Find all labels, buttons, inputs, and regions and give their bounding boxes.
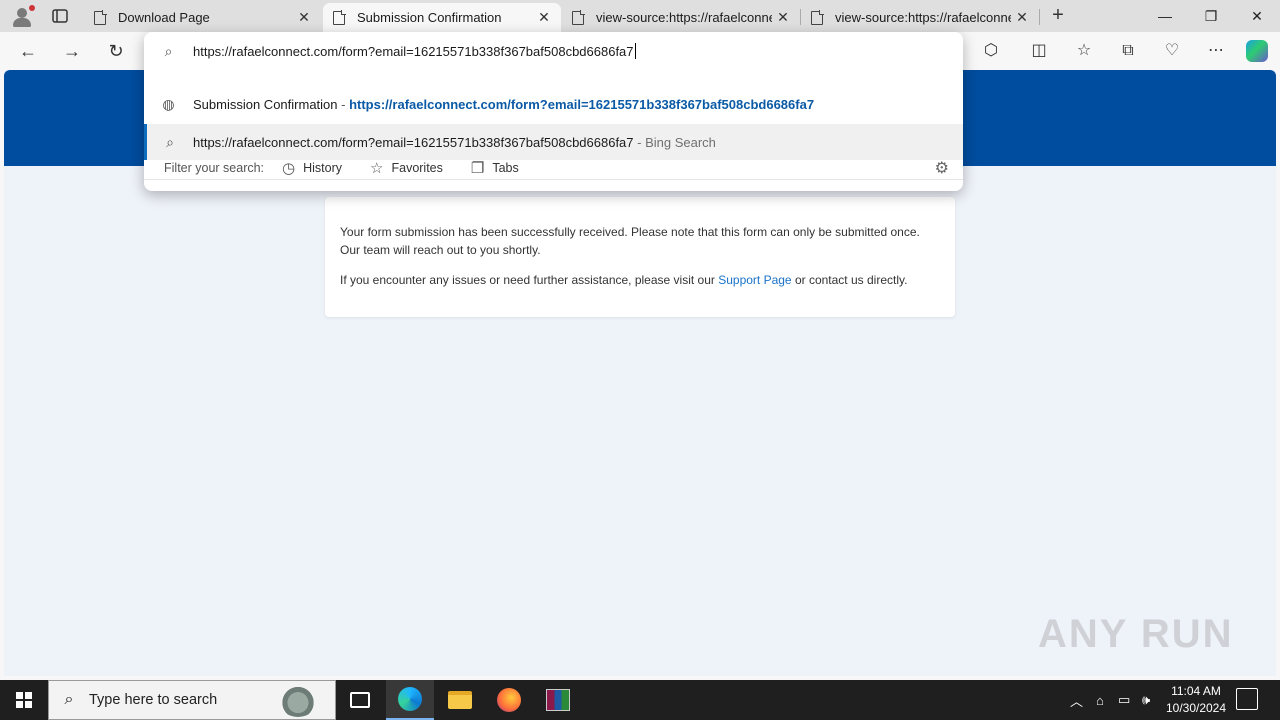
forward-arrow-icon[interactable]: → [58,38,86,66]
clock-time: 11:04 AM [1171,684,1221,698]
task-view-icon [350,692,370,708]
winrar-icon [546,689,570,711]
page-icon [94,9,107,25]
filter-favorites[interactable]: ☆ Favorites [370,159,443,177]
tab-title: view-source:https://rafaelconnect.com [596,10,772,25]
folder-icon [448,691,472,709]
star-icon: ☆ [370,160,384,177]
search-highlight-icon [279,685,317,717]
extensions-icon[interactable]: ⬡ [979,40,1003,62]
browser-essentials-icon[interactable]: ♡ [1160,40,1184,62]
profile-avatar-icon[interactable] [8,3,36,29]
page-icon [333,9,346,25]
tab-actions-icon[interactable] [46,6,74,26]
confirmation-card: Your form submission has been successful… [325,197,955,317]
filter-favorites-label: Favorites [391,161,443,175]
close-tab-icon[interactable]: ✕ [1011,9,1033,26]
favorites-star-icon[interactable]: ☆ [1072,40,1096,62]
back-arrow-icon[interactable]: ← [14,38,42,66]
watermark: ANY RUN [1038,612,1234,656]
refresh-icon[interactable]: ↻ [102,38,130,66]
task-view-button[interactable] [336,680,384,720]
address-input[interactable]: ⌕ https://rafaelconnect.com/form?email=1… [144,33,963,69]
firefox-icon [497,688,521,712]
settings-more-icon[interactable]: ⋯ [1204,40,1228,62]
filter-tabs-label: Tabs [492,161,519,175]
suggestion-separator: - [337,96,350,112]
tab-download-page[interactable]: Download Page ✕ [84,3,321,32]
restore-icon[interactable]: ❐ [1188,0,1234,32]
taskbar-search-box[interactable]: ⌕ Type here to search [48,680,336,720]
support-page-link[interactable]: Support Page [718,273,791,287]
new-tab-icon[interactable]: + [1046,4,1070,28]
volume-icon[interactable]: 🕪 [1142,680,1150,720]
system-clock[interactable]: 11:04 AM 10/30/2024 [1160,683,1232,717]
text-caret [634,43,636,59]
tab-view-source-2[interactable]: view-source:https://rafaelconnect.com ✕ [801,3,1039,32]
support-text-post: or contact us directly. [791,273,908,287]
search-icon: ⌕ [166,133,174,150]
tab-title: view-source:https://rafaelconnect.com [835,10,1011,25]
taskbar-winrar[interactable] [534,680,582,720]
tab-strip: Download Page ✕ Submission Confirmation … [0,0,1280,32]
suggestion-history-item[interactable]: ◍ Submission Confirmation - https://rafa… [144,86,963,122]
filter-history[interactable]: ◷ History [282,159,342,177]
search-placeholder: Type here to search [89,692,218,708]
split-screen-icon[interactable]: ◫ [1027,40,1051,62]
support-text-pre: If you encounter any issues or need furt… [340,273,719,287]
start-button[interactable] [0,680,48,720]
gear-icon[interactable]: ⚙ [935,158,949,178]
suggestion-title: Submission Confirmation [193,96,338,112]
close-tab-icon[interactable]: ✕ [293,9,315,26]
support-message: If you encounter any issues or need furt… [340,271,940,289]
collections-icon[interactable]: ⧉ [1116,40,1140,62]
page-icon [811,9,824,25]
confirmation-message: Your form submission has been successful… [340,225,920,257]
taskbar-edge[interactable] [386,680,434,720]
close-tab-icon[interactable]: ✕ [533,9,555,26]
filter-history-label: History [303,161,343,175]
search-icon: ⌕ [164,42,173,59]
clock-date: 10/30/2024 [1165,701,1227,715]
tab-submission-confirmation[interactable]: Submission Confirmation ✕ [323,3,561,32]
windows-logo-icon [16,692,32,708]
close-window-icon[interactable]: ✕ [1234,0,1280,32]
edge-icon [398,687,422,711]
search-suffix: - Bing Search [633,134,716,150]
clock-icon: ◷ [282,160,296,177]
filter-label: Filter your search: [164,161,265,175]
globe-icon: ◍ [162,95,175,112]
taskbar-firefox[interactable] [485,680,533,720]
tab-title: Submission Confirmation [357,10,502,25]
minimize-icon[interactable]: — [1142,0,1188,32]
copilot-icon[interactable] [1246,40,1268,62]
search-filter-bar: Filter your search: ◷ History ☆ Favorites … [144,151,963,185]
search-icon: ⌕ [64,691,74,708]
tray-chevron-icon[interactable]: ︿ [1070,680,1083,720]
tab-title: Download Page [118,10,210,25]
close-tab-icon[interactable]: ✕ [772,9,794,26]
search-query: https://rafaelconnect.com/form?email=162… [193,134,634,150]
tab-separator [1039,9,1040,25]
notification-icon[interactable] [1236,688,1258,710]
filter-tabs[interactable]: ❐ Tabs [471,159,519,177]
windows-taskbar: ⌕ Type here to search ︿ ⌂ ▭ 🕪 11:04 AM 1… [0,680,1280,720]
page-icon [572,9,585,25]
network-icon[interactable]: ▭ [1118,680,1130,720]
address-bar-dropdown: ⌕ https://rafaelconnect.com/form?email=1… [144,32,963,191]
address-input-text[interactable]: https://rafaelconnect.com/form?email=162… [193,44,634,59]
tab-view-source-1[interactable]: view-source:https://rafaelconnect.com ✕ [562,3,800,32]
taskbar-file-explorer[interactable] [436,680,484,720]
suggestion-url: https://rafaelconnect.com/form?email=162… [349,96,815,112]
tabs-icon: ❐ [470,160,485,177]
tray-device-icon[interactable]: ⌂ [1096,680,1104,720]
